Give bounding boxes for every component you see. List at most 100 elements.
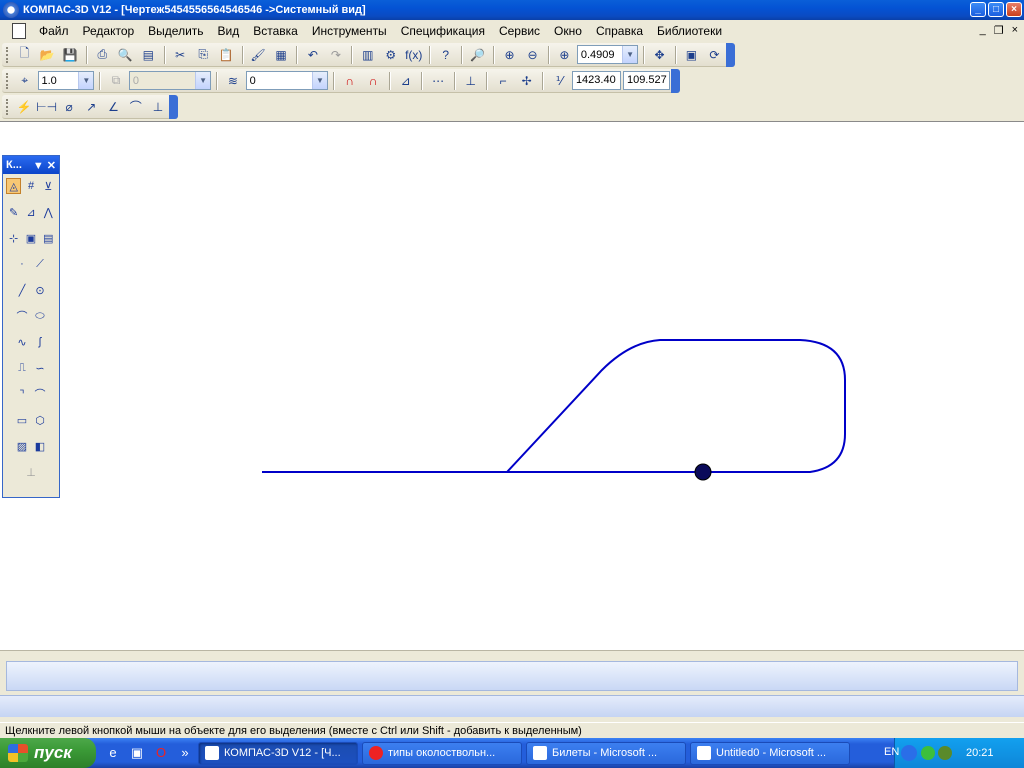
save-icon[interactable]: 💾 — [60, 44, 81, 66]
diameter-dimension-icon[interactable]: ⌀ — [59, 96, 79, 118]
nurbs-icon[interactable]: ∽ — [32, 360, 48, 376]
menu-insert[interactable]: Вставка — [246, 24, 305, 38]
zoom-in-icon[interactable]: ⊕ — [499, 44, 520, 66]
hatch-icon[interactable]: ▨ — [14, 438, 30, 454]
editing-tab-icon[interactable]: ✎ — [6, 204, 21, 220]
drawing-svg[interactable] — [0, 122, 1024, 651]
select-tab-icon[interactable]: ⊹ — [6, 230, 21, 246]
print-icon[interactable]: ⎙ — [92, 44, 113, 66]
task-opera[interactable]: типы околоствольн... — [362, 741, 522, 765]
specification-tab-icon[interactable]: ▤ — [41, 230, 56, 246]
copy-icon[interactable]: ⎘ — [193, 44, 214, 66]
copy-properties-icon[interactable]: 🖌 — [248, 44, 269, 66]
radial-dimension-icon[interactable]: ↗ — [81, 96, 101, 118]
chevron-right-icon[interactable]: » — [176, 744, 194, 762]
bezier-icon[interactable]: ʃ — [32, 334, 48, 350]
toolbar-options-icon[interactable] — [671, 69, 680, 93]
menu-editor[interactable]: Редактор — [76, 24, 142, 38]
pan-icon[interactable]: ✥ — [649, 44, 670, 66]
grid-icon[interactable]: ⋯ — [427, 70, 449, 92]
menu-window[interactable]: Окно — [547, 24, 589, 38]
manager-icon[interactable]: ▤ — [138, 44, 159, 66]
equidistant-icon[interactable]: ◧ — [32, 438, 48, 454]
antivirus-icon[interactable] — [938, 746, 952, 760]
start-button[interactable]: пуск — [0, 738, 96, 768]
drawing-canvas[interactable] — [0, 121, 1024, 650]
document-icon[interactable] — [12, 23, 26, 39]
collect-contour-icon[interactable]: ⊥ — [23, 464, 39, 480]
paste-icon[interactable]: 📋 — [216, 44, 237, 66]
linear-dimension-icon[interactable]: ⊢⊣ — [36, 96, 57, 118]
designations-tab-icon[interactable]: ⊻ — [41, 178, 56, 194]
minimize-button[interactable]: _ — [970, 2, 986, 17]
orthogonal-mode-icon[interactable]: ⌐ — [492, 70, 514, 92]
snap-icon[interactable]: ∩ — [339, 70, 361, 92]
view-state-icon[interactable]: ⧉ — [105, 70, 127, 92]
arc-dimension-icon[interactable]: ⌒ — [126, 96, 146, 118]
menu-specification[interactable]: Спецификация — [394, 24, 492, 38]
auxiliary-line-icon[interactable]: ⟋ — [32, 256, 48, 272]
menu-tools[interactable]: Инструменты — [305, 24, 394, 38]
doc-close-button[interactable]: × — [1012, 24, 1018, 37]
height-dimension-icon[interactable]: ⊥ — [148, 96, 168, 118]
menu-help[interactable]: Справка — [589, 24, 650, 38]
angular-dimension-icon[interactable]: ∠ — [103, 96, 123, 118]
circle-icon[interactable]: ⊙ — [32, 282, 48, 298]
ie-icon[interactable]: e — [104, 744, 122, 762]
menu-select[interactable]: Выделить — [141, 24, 210, 38]
close-button[interactable]: × — [1006, 2, 1022, 17]
layer-combo[interactable]: 0 ▼ — [245, 71, 328, 90]
task-word-bilety[interactable]: Билеты - Microsoft ... — [526, 741, 686, 765]
point-icon[interactable]: · — [14, 256, 30, 272]
task-untitled[interactable]: Untitled0 - Microsoft ... — [690, 741, 850, 765]
desktop-icon[interactable]: ▣ — [128, 744, 146, 762]
tray-expand-icon[interactable] — [901, 745, 917, 761]
rectangle-icon[interactable]: ▭ — [14, 412, 30, 428]
polyline-icon[interactable]: ⎍ — [14, 360, 30, 376]
segment-icon[interactable]: ╱ — [14, 282, 30, 298]
parametric-mode-icon[interactable]: ✢ — [516, 70, 538, 92]
auto-dimension-icon[interactable]: ⚡ — [14, 96, 34, 118]
zoom-frame-icon[interactable]: 🔎 — [467, 44, 488, 66]
variables-icon[interactable]: ⚙ — [380, 44, 401, 66]
menu-file[interactable]: Файл — [32, 24, 76, 38]
doc-restore-button[interactable]: ❐ — [994, 24, 1004, 37]
chevron-down-icon[interactable]: ▼ — [311, 72, 327, 89]
open-icon[interactable]: 📂 — [37, 44, 58, 66]
zoom-scale-icon[interactable]: ⊕ — [554, 44, 575, 66]
ortho-icon[interactable]: ⊿ — [395, 70, 417, 92]
toolbar-grip[interactable] — [6, 46, 9, 63]
context-help-icon[interactable]: ? — [435, 44, 456, 66]
coord-x-field[interactable]: 1423.40 — [571, 71, 621, 90]
chevron-down-icon[interactable]: ▼ — [78, 72, 94, 89]
measure-tab-icon[interactable]: ⋀ — [41, 204, 56, 220]
toolbar-grip[interactable] — [6, 98, 9, 115]
opera-icon[interactable]: O — [152, 744, 170, 762]
language-indicator[interactable]: EN — [884, 746, 899, 758]
zoom-out-icon[interactable]: ⊖ — [522, 44, 543, 66]
toolbar-grip[interactable] — [6, 72, 9, 89]
menu-libraries[interactable]: Библиотеки — [650, 24, 729, 38]
snap-options-icon[interactable]: ∩ — [362, 70, 384, 92]
network-icon[interactable] — [921, 746, 935, 760]
new-document-icon[interactable]: 🗋 — [14, 44, 35, 66]
undo-icon[interactable]: ↶ — [302, 44, 323, 66]
doc-minimize-button[interactable]: _ — [980, 24, 986, 37]
rebuild-icon[interactable]: ⟳ — [704, 44, 725, 66]
redo-icon[interactable]: ↷ — [325, 44, 346, 66]
layer-icon[interactable]: ≋ — [222, 70, 244, 92]
selected-point-marker[interactable] — [694, 463, 712, 481]
local-cs-icon[interactable]: ⊥ — [460, 70, 482, 92]
zoom-combo[interactable]: 0.4909 ▼ — [576, 45, 639, 64]
clock[interactable]: 20:21 — [966, 747, 994, 759]
associative-views-tab-icon[interactable]: ▣ — [23, 230, 38, 246]
geometry-tab-icon[interactable]: ◬ — [6, 178, 22, 194]
menu-service[interactable]: Сервис — [492, 24, 547, 38]
refresh-icon[interactable]: ▣ — [681, 44, 702, 66]
menu-view[interactable]: Вид — [211, 24, 247, 38]
chamfer-icon[interactable]: ⌝ — [14, 386, 30, 402]
step-cursor-icon[interactable]: ⌖ — [14, 70, 36, 92]
kompas-app-icon[interactable] — [3, 2, 19, 18]
maximize-button[interactable]: □ — [988, 2, 1004, 17]
tree-panel-icon[interactable]: ▥ — [357, 44, 378, 66]
